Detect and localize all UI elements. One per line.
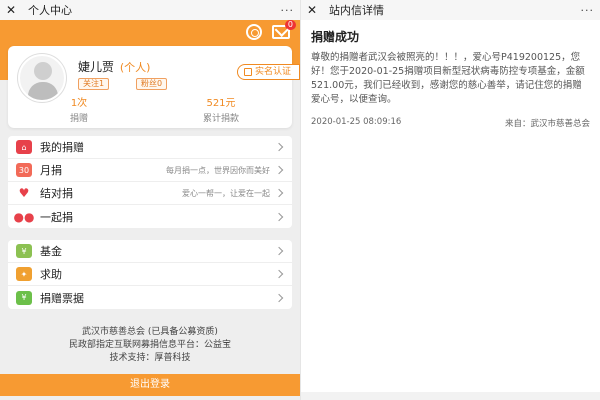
personal-center-panel: ✕ 个人中心 ··· 0 婕儿贾 (个人) 关注1 粉丝0 实名认证 1次 捐赠… (0, 0, 300, 400)
user-name: 婕儿贾 (78, 60, 115, 74)
chevron-right-icon (274, 188, 284, 198)
stat-label: 捐赠 (69, 114, 88, 124)
chevron-right-icon (274, 246, 284, 256)
stat-value: 521元 (206, 98, 236, 109)
stat-label: 累计捐款 (202, 114, 239, 124)
yen-icon: ¥ (16, 244, 32, 258)
menu-item-label: 求助 (40, 268, 62, 281)
page-title: 站内信详情 (329, 4, 384, 17)
footer-line: 武汉市慈善总会 (已具备公募资质) (82, 327, 218, 337)
stat-total-amount[interactable]: 521元 累计捐款 (150, 98, 292, 128)
menu-item-label: 一起捐 (40, 210, 73, 224)
people-icon: ●● (13, 209, 35, 224)
menu-item-paired[interactable]: ♥ 结对捐 爱心一帮一，让爱在一起 (8, 182, 292, 205)
message-source: 来自：武汉市慈善总会 (504, 119, 590, 129)
menu-item-label: 我的捐赠 (40, 141, 84, 154)
message-detail-panel: ✕ 站内信详情 ··· 捐赠成功 尊敬的捐赠者武汉会被照亮的！！！，爱心号P41… (300, 0, 600, 400)
menu-item-label: 月捐 (40, 164, 62, 177)
header-actions: 0 (246, 20, 296, 40)
message-body: 尊敬的捐赠者武汉会被照亮的！！！，爱心号P419200125，您好！您于2020… (311, 52, 585, 105)
home-icon: ⌂ (16, 140, 32, 154)
close-icon[interactable]: ✕ (307, 0, 321, 20)
chevron-right-icon (274, 212, 284, 221)
organization-footer: 武汉市慈善总会 (已具备公募资质) 民政部指定互联网募捐信息平台：公益宝 技术支… (0, 326, 300, 365)
screen: ✕ 个人中心 ··· 0 婕儿贾 (个人) 关注1 粉丝0 实名认证 1次 捐赠… (0, 0, 600, 400)
user-name-line: 婕儿贾 (个人) (78, 58, 150, 75)
chevron-right-icon (274, 142, 284, 152)
more-menu-icon[interactable]: ··· (281, 4, 295, 17)
page-title: 个人中心 (28, 4, 72, 17)
menu-item-subtitle: 爱心一帮一，让爱在一起 (182, 188, 270, 198)
mail-badge: 0 (284, 20, 296, 30)
menu-item-help[interactable]: ✦ 求助 (8, 263, 292, 286)
menu-item-my-donations[interactable]: ⌂ 我的捐赠 (8, 136, 292, 159)
heart-icon: ♥ (18, 186, 30, 200)
chevron-right-icon (274, 293, 284, 302)
user-type: (个人) (119, 61, 151, 74)
donation-menu: ⌂ 我的捐赠 30 月捐 每月捐一点，世界因你而美好 ♥ 结对捐 爱心一帮一，让… (8, 136, 292, 228)
more-menu-icon[interactable]: ··· (581, 4, 595, 17)
stat-value: 1次 (70, 98, 88, 109)
follow-count-tag[interactable]: 关注1 (78, 78, 110, 90)
calendar-icon: 30 (16, 163, 32, 177)
menu-item-fund[interactable]: ¥ 基金 (8, 240, 292, 263)
menu-item-subtitle: 每月捐一点，世界因你而美好 (166, 165, 270, 175)
footer-line: 技术支持：厚普科技 (109, 353, 191, 363)
right-title-bar: ✕ 站内信详情 ··· (301, 0, 600, 20)
settings-icon[interactable] (246, 24, 262, 40)
menu-item-together[interactable]: ●● 一起捐 (8, 205, 292, 228)
footer-line: 民政部指定互联网募捐信息平台：公益宝 (68, 340, 231, 350)
chevron-right-icon (274, 269, 284, 279)
message-meta: 2020-01-25 08:09:16 来自：武汉市慈善总会 (311, 117, 590, 129)
chevron-right-icon (274, 165, 284, 175)
services-menu: ¥ 基金 ✦ 求助 ¥ 捐赠票据 (8, 240, 292, 309)
stat-donations[interactable]: 1次 捐赠 (8, 98, 150, 128)
message-date: 2020-01-25 08:09:16 (311, 117, 402, 127)
message-title: 捐赠成功 (311, 30, 360, 44)
fans-count-tag[interactable]: 粉丝0 (136, 78, 168, 90)
menu-item-receipts[interactable]: ¥ 捐赠票据 (8, 286, 292, 309)
logout-button[interactable]: 退出登录 (0, 374, 300, 396)
receipt-icon: ¥ (16, 290, 32, 305)
id-card-icon (243, 68, 252, 76)
mail-icon[interactable]: 0 (272, 20, 296, 39)
bottom-divider (301, 392, 600, 400)
verify-button[interactable]: 实名认证 (236, 64, 300, 80)
menu-item-label: 结对捐 (40, 187, 73, 200)
verify-label: 实名认证 (254, 67, 291, 77)
menu-item-label: 基金 (40, 245, 62, 258)
donation-stats: 1次 捐赠 521元 累计捐款 (8, 98, 292, 128)
help-icon: ✦ (16, 267, 32, 281)
close-icon[interactable]: ✕ (6, 0, 20, 20)
message-content: 捐赠成功 尊敬的捐赠者武汉会被照亮的！！！，爱心号P419200125，您好！您… (301, 20, 600, 137)
left-title-bar: ✕ 个人中心 ··· (0, 0, 300, 20)
menu-item-label: 捐赠票据 (40, 291, 84, 305)
avatar[interactable] (18, 54, 66, 102)
menu-item-monthly[interactable]: 30 月捐 每月捐一点，世界因你而美好 (8, 159, 292, 182)
